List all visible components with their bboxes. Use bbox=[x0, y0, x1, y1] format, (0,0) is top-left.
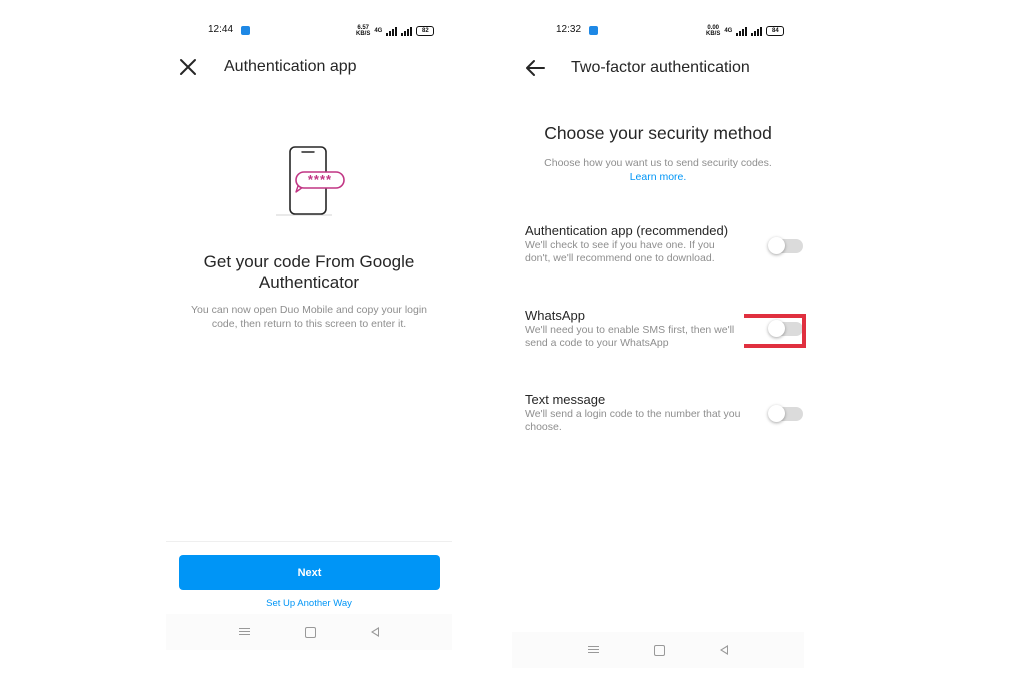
status-time: 12:44 bbox=[208, 24, 234, 35]
network-label: 4G bbox=[374, 28, 383, 34]
system-nav-bar bbox=[166, 614, 452, 650]
phone-code-illustration: **** bbox=[274, 143, 359, 221]
learn-more-link[interactable]: Learn more. bbox=[512, 170, 804, 184]
system-nav-bar bbox=[512, 632, 804, 668]
option-title: Authentication app (recommended) bbox=[525, 223, 729, 238]
option-authentication-app[interactable]: Authentication app (recommended) We'll c… bbox=[525, 223, 803, 265]
network-speed: 0.00 KB/S bbox=[706, 25, 721, 37]
system-icons: 6.57 KB/S 4G 82 bbox=[356, 22, 435, 40]
recent-apps-icon[interactable] bbox=[239, 628, 250, 636]
signal-icon bbox=[401, 26, 413, 36]
two-factor-authentication-screen: 12:32 0.00 KB/S 4G 84 Two-factor authent… bbox=[512, 0, 806, 682]
arrow-left-icon[interactable] bbox=[524, 58, 546, 78]
notification-app-icon bbox=[241, 26, 250, 35]
status-time: 12:32 bbox=[556, 24, 582, 35]
home-icon[interactable] bbox=[654, 644, 665, 656]
recent-apps-icon[interactable] bbox=[588, 646, 599, 654]
back-icon[interactable] bbox=[720, 645, 728, 655]
back-icon[interactable] bbox=[371, 627, 379, 637]
description: Choose how you want us to send security … bbox=[512, 156, 804, 184]
description: You can now open Duo Mobile and copy you… bbox=[190, 304, 428, 330]
authentication-app-screen: 12:44 6.57 KB/S 4G 82 Authentication app… bbox=[166, 0, 452, 682]
option-description: We'll need you to enable SMS first, then… bbox=[525, 324, 735, 349]
signal-icon bbox=[736, 26, 748, 36]
status-bar: 12:44 6.57 KB/S 4G 82 bbox=[166, 22, 452, 40]
network-speed: 6.57 KB/S bbox=[356, 25, 371, 37]
heading: Choose your security method bbox=[544, 123, 772, 143]
text-message-toggle[interactable] bbox=[768, 405, 803, 422]
heading: Get your code From Google Authenticator bbox=[203, 252, 415, 292]
option-text-message[interactable]: Text message We'll send a login code to … bbox=[525, 392, 803, 434]
notification-app-icon bbox=[589, 26, 598, 35]
option-title: Text message bbox=[525, 392, 606, 407]
top-nav-bar: Two-factor authentication bbox=[512, 45, 804, 95]
close-icon[interactable] bbox=[178, 57, 198, 77]
highlight-box bbox=[744, 314, 806, 348]
battery-icon: 84 bbox=[766, 26, 785, 36]
system-icons: 0.00 KB/S 4G 84 bbox=[706, 22, 785, 40]
option-description: We'll check to see if you have one. If y… bbox=[525, 239, 715, 264]
signal-icon bbox=[751, 26, 763, 36]
set-up-another-way-link[interactable]: Set Up Another Way bbox=[166, 598, 452, 609]
bottom-divider bbox=[166, 541, 452, 542]
status-bar: 12:32 0.00 KB/S 4G 84 bbox=[512, 22, 804, 40]
masked-code: **** bbox=[307, 172, 333, 187]
top-nav-bar: Authentication app bbox=[166, 45, 452, 95]
network-label: 4G bbox=[724, 28, 733, 34]
page-title: Authentication app bbox=[224, 58, 357, 75]
signal-icon bbox=[386, 26, 398, 36]
battery-icon: 82 bbox=[416, 26, 435, 36]
page-title: Two-factor authentication bbox=[571, 59, 750, 76]
option-description: We'll send a login code to the number th… bbox=[525, 408, 741, 433]
authentication-app-toggle[interactable] bbox=[768, 237, 803, 254]
home-icon[interactable] bbox=[305, 626, 316, 638]
next-button[interactable]: Next bbox=[179, 555, 440, 590]
